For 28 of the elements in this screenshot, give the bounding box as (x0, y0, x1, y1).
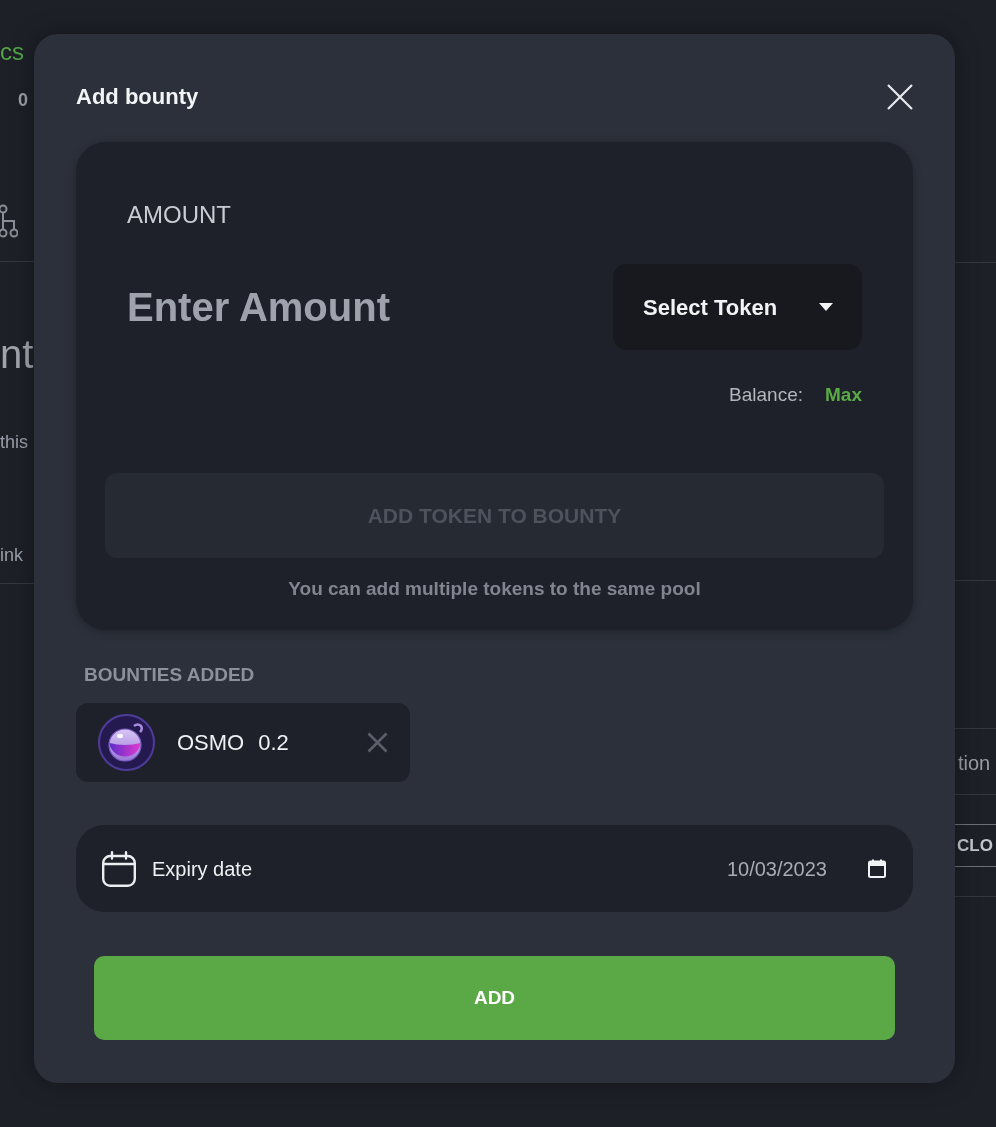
amount-input[interactable]: Enter Amount (127, 279, 457, 335)
calendar-icon (868, 859, 886, 878)
dialog-title: Add bounty (76, 83, 199, 111)
select-token-button[interactable]: Select Token (613, 264, 862, 350)
close-icon (367, 732, 388, 753)
expiry-label: Expiry date (152, 856, 253, 882)
date-picker-button[interactable] (868, 859, 886, 878)
token-symbol: OSMO (177, 728, 245, 757)
balance-label: Balance: (729, 383, 804, 407)
text-fragment: ink (0, 544, 23, 567)
token-amount: 0.2 (258, 728, 289, 757)
close-button[interactable] (887, 84, 913, 110)
text-fragment: this (0, 431, 28, 454)
caret-down-icon (819, 303, 833, 311)
max-link[interactable]: Max (825, 382, 862, 408)
tree-diagram-icon (0, 204, 18, 238)
calendar-icon (102, 850, 136, 887)
remove-button[interactable] (367, 732, 388, 753)
title-fragment: nt (0, 331, 34, 378)
section-heading: BOUNTIES ADDED (84, 663, 255, 687)
hint-text: You can add multiple tokens to the same pool (287, 577, 702, 601)
close-icon (887, 84, 913, 110)
heading-fragment: cs (0, 38, 24, 66)
date-input[interactable]: 10/03/2023 (707, 853, 827, 884)
amount-label: AMOUNT (127, 200, 231, 230)
token-orb-icon (98, 714, 155, 771)
count-text: 0 (18, 89, 28, 111)
text-fragment: tion (958, 751, 991, 775)
